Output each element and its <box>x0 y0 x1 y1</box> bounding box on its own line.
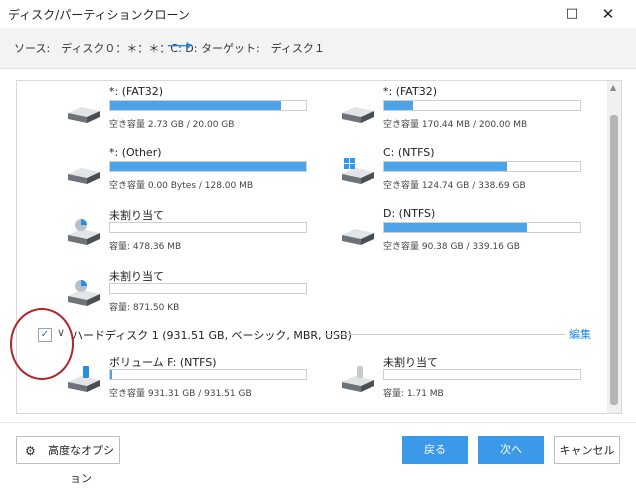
partition-name: ボリューム F: (NTFS) <box>109 356 217 369</box>
usb-drive-icon <box>342 366 374 392</box>
advanced-options-button[interactable]: ⚙ 高度なオプション <box>16 436 120 485</box>
partition-capacity: 空き容量 90.38 GB / 339.16 GB <box>383 242 520 252</box>
maximize-icon[interactable]: □ <box>558 4 586 24</box>
usage-fill <box>110 370 112 379</box>
partition-item[interactable]: 未割り当て 容量: 478.36 MB <box>67 207 307 259</box>
partition-capacity: 容量: 871.50 KB <box>109 303 180 313</box>
edit-link[interactable]: 編集 <box>569 326 591 342</box>
window-title: ディスク/パーティションクローン <box>8 8 190 22</box>
usage-bar <box>109 100 307 111</box>
usage-bar <box>109 161 307 172</box>
partition-item[interactable]: *: (Other) 空き容量 0.00 Bytes / 128.00 MB <box>67 146 307 198</box>
partition-name: *: (Other) <box>109 146 162 159</box>
partition-capacity: 空き容量 2.73 GB / 20.00 GB <box>109 120 235 130</box>
usage-bar <box>383 369 581 380</box>
usage-bar <box>109 222 307 233</box>
divider <box>323 334 565 335</box>
usage-bar <box>383 100 581 111</box>
partition-name: D: (NTFS) <box>383 207 436 220</box>
drive-icon <box>342 229 374 245</box>
next-button[interactable]: 次へ <box>478 436 544 464</box>
partition-list[interactable]: *: (FAT32) 空き容量 2.73 GB / 20.00 GB *: (F… <box>16 80 622 414</box>
cancel-button[interactable]: キャンセル <box>554 436 620 464</box>
partition-name: C: (NTFS) <box>383 146 435 159</box>
usage-bar <box>383 161 581 172</box>
usage-fill <box>110 101 281 110</box>
partition-capacity: 空き容量 124.74 GB / 338.69 GB <box>383 181 526 191</box>
usage-fill <box>384 223 528 232</box>
usage-bar <box>109 369 307 380</box>
partition-name: 未割り当て <box>383 356 438 369</box>
usage-bar <box>383 222 581 233</box>
annotation-circle <box>10 308 74 380</box>
gear-icon: ⚙ <box>25 444 36 458</box>
drive-icon <box>68 168 100 184</box>
drive-icon <box>342 107 374 123</box>
scroll-up-icon[interactable]: ▲ <box>610 83 616 92</box>
drive-icon <box>68 107 100 123</box>
partition-capacity: 空き容量 931.31 GB / 931.51 GB <box>109 389 252 399</box>
partition-name: *: (FAT32) <box>109 85 163 98</box>
partition-item[interactable]: *: (FAT32) 空き容量 170.44 MB / 200.00 MB <box>341 85 581 137</box>
windows-drive-icon <box>342 158 374 184</box>
unallocated-drive-icon <box>68 280 100 306</box>
back-button[interactable]: 戻る <box>402 436 468 464</box>
partition-item[interactable]: 未割り当て 容量: 1.71 MB <box>341 354 581 406</box>
partition-capacity: 空き容量 0.00 Bytes / 128.00 MB <box>109 181 254 191</box>
partition-capacity: 容量: 478.36 MB <box>109 242 182 252</box>
usb-drive-icon <box>68 366 100 392</box>
disk-label: ハードディスク 1 (931.51 GB, ベーシック, MBR, USB) <box>72 329 352 342</box>
arrow-right-icon: ⟶ <box>167 36 192 56</box>
clone-path-bar: ソース: ディスク０：＊：＊：C: D: ⟶ ターゲット: ディスク１ <box>0 28 636 69</box>
partition-item[interactable]: D: (NTFS) 空き容量 90.38 GB / 339.16 GB <box>341 207 581 259</box>
close-icon[interactable]: ✕ <box>594 4 622 24</box>
partition-item[interactable]: C: (NTFS) 空き容量 124.74 GB / 338.69 GB <box>341 146 581 198</box>
partition-item[interactable]: ボリューム F: (NTFS) 空き容量 931.31 GB / 931.51 … <box>67 354 307 406</box>
partition-item[interactable]: *: (FAT32) 空き容量 2.73 GB / 20.00 GB <box>67 85 307 137</box>
partition-name: *: (FAT32) <box>383 85 437 98</box>
advanced-options-label: 高度なオプション <box>48 444 114 485</box>
partition-capacity: 容量: 1.71 MB <box>383 389 444 399</box>
usage-fill <box>384 162 508 171</box>
target-disk-label: ターゲット: ディスク１ <box>201 42 325 55</box>
partition-name: 未割り当て <box>109 270 164 283</box>
usage-fill <box>384 101 414 110</box>
partition-capacity: 空き容量 170.44 MB / 200.00 MB <box>383 120 528 130</box>
vertical-scrollbar[interactable]: ▲ <box>607 81 621 413</box>
usage-fill <box>110 162 306 171</box>
scrollbar-thumb[interactable] <box>610 115 618 405</box>
partition-name: 未割り当て <box>109 209 164 222</box>
disk-header-row: ✓ ∨ ハードディスク 1 (931.51 GB, ベーシック, MBR, US… <box>17 325 607 343</box>
title-bar: ディスク/パーティションクローン □ ✕ <box>0 0 636 28</box>
usage-bar <box>109 283 307 294</box>
dialog-footer: ⚙ 高度なオプション 戻る 次へ キャンセル <box>0 422 636 485</box>
partition-item[interactable]: 未割り当て 容量: 871.50 KB <box>67 268 307 320</box>
unallocated-drive-icon <box>68 219 100 245</box>
